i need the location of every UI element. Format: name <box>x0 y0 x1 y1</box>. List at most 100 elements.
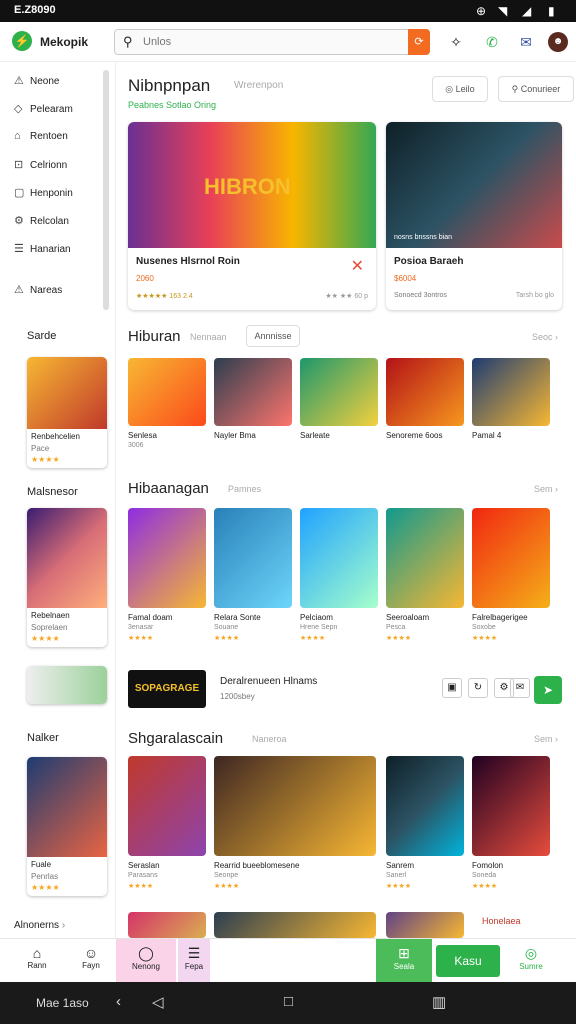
sidebar-item-7[interactable]: ☰ Hanarian <box>14 242 71 255</box>
bottom-nav: ⌂ Rann ☺ Fayn ◯ Nenong ☰ Fepa ⊞ Seala Kasu ◎ S… <box>0 938 576 983</box>
sidebar-game-card[interactable]: Fuale Penrlas ★★★★ <box>27 757 107 896</box>
game-thumbnail <box>472 508 550 608</box>
nav-item[interactable]: ☰ Fepa <box>178 939 210 983</box>
search-icon: ⚲ <box>123 34 133 49</box>
featured-card[interactable]: HIBRON Nusenes Hlsrnol Roin 2060 ★★★★★ 1… <box>128 122 376 310</box>
featured-title: Posioa Baraeh <box>394 256 464 267</box>
promo-go-button[interactable]: ➤ <box>534 676 562 704</box>
phone-icon[interactable]: ✆ <box>482 32 502 52</box>
sidebar-item-6[interactable]: ⚙ Relcolan <box>14 214 69 227</box>
nav-item[interactable]: ☺ Fayn <box>70 939 112 983</box>
game-rating: ★★★★ <box>128 883 154 890</box>
sidebar-item-1[interactable]: ⚠ Neone <box>14 74 59 87</box>
game-thumbnail <box>386 508 464 608</box>
sidebar-item-4[interactable]: ⊡ Celrionn <box>14 158 67 171</box>
game-subtitle: 3006 <box>128 442 144 449</box>
sidebar-section-title: Sarde <box>27 330 57 342</box>
game-rating: ★★★★ <box>31 634 60 643</box>
search-bar[interactable]: ⚲ ⟳ <box>114 29 430 55</box>
refresh-icon[interactable]: ↻ <box>468 678 488 698</box>
game-card[interactable]: Falrelbagerigee Soxobe ★★★★ <box>472 508 550 642</box>
game-subtitle: Hrene Sepn <box>300 624 338 631</box>
multitask-icon[interactable]: ▥ <box>432 993 446 1011</box>
game-card[interactable]: Rearrid bueeblomesene Seonpe ★★★★ <box>214 756 376 890</box>
nav-label: Fayn <box>82 961 100 970</box>
see-all-link[interactable]: Seoc › <box>532 332 558 342</box>
game-card[interactable]: Famal doam 3enasar ★★★★ <box>128 508 206 642</box>
system-label: Mae 1aso <box>36 996 89 1010</box>
game-thumbnail <box>386 358 464 426</box>
nav-item[interactable]: ◎ Sumre <box>508 939 554 983</box>
nav-item[interactable]: ◯ Nenong <box>116 939 176 983</box>
game-subtitle: 3enasar <box>128 624 154 631</box>
game-card[interactable]: Sanrem Sanerl ★★★★ <box>386 756 464 890</box>
game-card[interactable]: Senoreme 6oos <box>386 358 464 440</box>
section-title: Hiburan <box>128 328 181 345</box>
game-thumbnail[interactable] <box>214 912 376 938</box>
search-submit-button[interactable]: ⟳ <box>408 29 430 55</box>
sidebar-item-2[interactable]: ◇ Pelearam <box>14 102 73 115</box>
game-thumbnail <box>128 756 206 856</box>
see-all-link[interactable]: Sem › <box>534 734 558 744</box>
sidebar-item-3[interactable]: ⌂ Rentoen <box>14 130 68 142</box>
home-icon: ⌂ <box>14 130 21 142</box>
sidebar-game-card[interactable]: Renbehcelien Pace ★★★★ <box>27 357 107 468</box>
featured-card[interactable]: nosns bnssns bian Posioa Baraeh $6004 So… <box>386 122 562 310</box>
app-logo-icon[interactable]: ⚡ <box>12 31 32 51</box>
sort-button-label: Conurieer <box>520 84 561 94</box>
sparkle-icon[interactable]: ✧ <box>446 32 466 52</box>
section-chip[interactable]: Annnisse <box>246 325 300 347</box>
nav-item-active[interactable]: ⊞ Seala <box>376 939 432 983</box>
game-card[interactable]: Nayler Bma <box>214 358 292 440</box>
nav-home[interactable]: ⌂ Rann <box>16 939 58 983</box>
game-card[interactable]: Fomolon Soneda ★★★★ <box>472 756 550 890</box>
sidebar-promo-chip[interactable] <box>27 666 107 704</box>
sidebar-game-card[interactable]: Rebelnaen Soprelaen ★★★★ <box>27 508 107 647</box>
close-icon[interactable]: ✕ <box>351 256 364 276</box>
filter-button[interactable]: ◎ Leilo <box>432 76 488 102</box>
nav-label: Sumre <box>519 962 543 971</box>
sidebar-item-5[interactable]: ▢ Henponin <box>14 186 73 199</box>
game-card[interactable]: Pelciaom Hrene Sepn ★★★★ <box>300 508 378 642</box>
featured-price: $6004 <box>394 274 417 283</box>
avatar[interactable]: ☻ <box>548 32 568 52</box>
filter-icon: ◎ <box>445 84 454 94</box>
top-bar: ⚡ Mekopik ⚲ ⟳ ✧ ✆ ✉ ☻ <box>0 22 576 62</box>
game-card[interactable]: Pamal 4 <box>472 358 550 440</box>
chat-icon[interactable]: ✉ <box>516 32 536 52</box>
warning-icon: ⚠ <box>14 75 24 87</box>
game-thumbnail <box>128 358 206 426</box>
see-all-label: Sem <box>533 734 553 744</box>
game-card[interactable]: Senlesa 3006 <box>128 358 206 449</box>
game-thumbnail[interactable] <box>386 912 464 938</box>
sort-button[interactable]: ⚲ Conurieer <box>498 76 574 102</box>
game-subtitle: Souane <box>214 624 239 631</box>
message-icon[interactable]: ✉ <box>510 678 530 698</box>
see-all-link[interactable]: Sem › <box>534 484 558 494</box>
game-rating: ★★★★ <box>386 635 412 642</box>
sidebar-item-8[interactable]: ⚠ Nareas <box>14 283 62 296</box>
copy-icon[interactable]: ▣ <box>442 678 462 698</box>
home-button-icon[interactable]: □ <box>284 993 293 1010</box>
battery-icon: ▮ <box>548 4 555 18</box>
game-card[interactable]: Seeroaloam Pesca ★★★★ <box>386 508 464 642</box>
promo-banner[interactable]: SOPAGRAGE Deralrenueen Hlnams 1200sbey ▣… <box>128 668 562 712</box>
nav-cta-button[interactable]: Kasu <box>436 945 500 977</box>
sidebar-item-label: Henponin <box>30 188 73 199</box>
game-rating: ★★★★ <box>128 635 154 642</box>
sidebar-scrollbar[interactable] <box>103 70 109 310</box>
game-card[interactable]: Sarleate <box>300 358 378 440</box>
recents-icon[interactable]: ◁ <box>152 993 164 1011</box>
back-icon[interactable]: ‹ <box>116 993 121 1010</box>
game-card[interactable]: Relara Sonte Souane ★★★★ <box>214 508 292 642</box>
featured-price: 2060 <box>136 274 154 283</box>
game-title: Seeroaloam <box>386 613 430 622</box>
section-subtitle: Nennaan <box>190 332 227 342</box>
sidebar-item-label: Nareas <box>30 285 63 296</box>
extra-label: Honelaea <box>482 916 521 926</box>
sidebar-footer-link[interactable]: Alnonerns › <box>14 920 65 931</box>
game-card[interactable]: Seraslan Parasans ★★★★ <box>128 756 206 890</box>
game-thumbnail[interactable] <box>128 912 206 938</box>
search-input[interactable] <box>143 34 403 50</box>
sidebar-item-label: Hanarian <box>30 244 71 255</box>
